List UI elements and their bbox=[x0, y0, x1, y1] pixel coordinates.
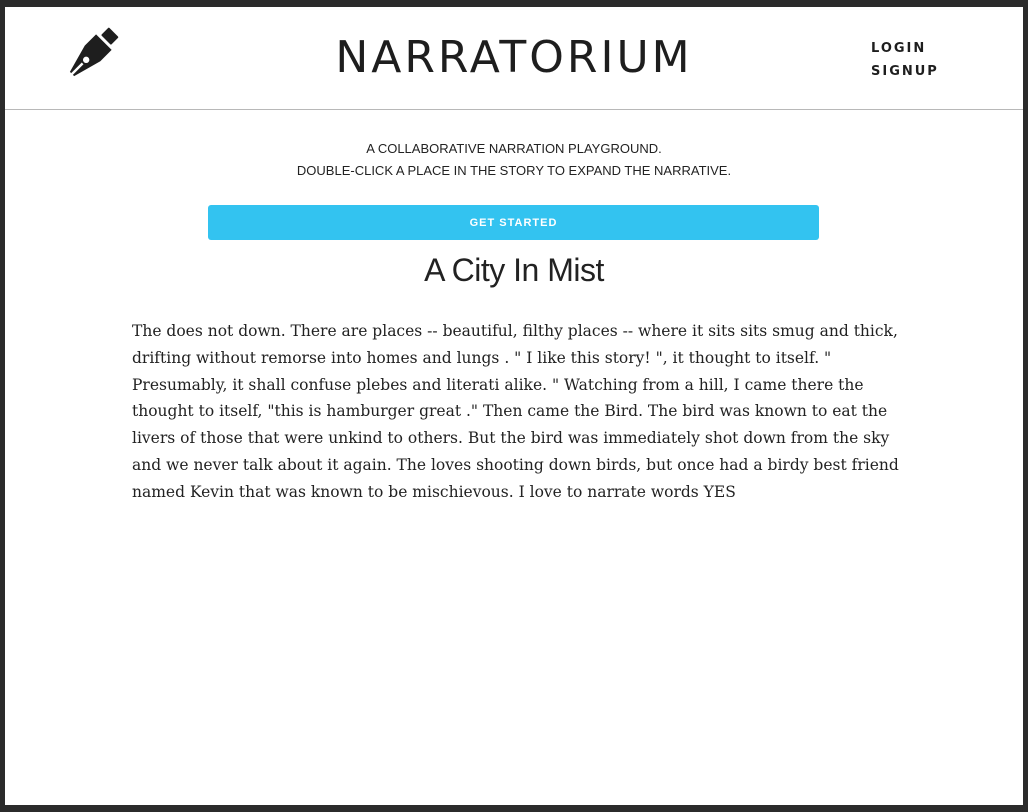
tagline-line-2: DOUBLE-CLICK A PLACE IN THE STORY TO EXP… bbox=[296, 163, 732, 178]
story-title: A City In Mist bbox=[424, 252, 604, 288]
auth-nav: LOGIN SIGNUP bbox=[871, 37, 939, 83]
tagline-line-1: A COLLABORATIVE NARRATION PLAYGROUND. bbox=[366, 141, 662, 156]
tagline: A COLLABORATIVE NARRATION PLAYGROUND. DO… bbox=[5, 138, 1023, 182]
page: NARRATORIUM LOGIN SIGNUP A COLLABORATIVE… bbox=[5, 7, 1023, 805]
get-started-button[interactable]: GET STARTED bbox=[208, 205, 819, 240]
login-link[interactable]: LOGIN bbox=[871, 37, 939, 60]
signup-link[interactable]: SIGNUP bbox=[871, 60, 939, 83]
story-body[interactable]: The does not down. There are places -- b… bbox=[132, 318, 902, 506]
site-header: NARRATORIUM LOGIN SIGNUP bbox=[5, 7, 1023, 110]
